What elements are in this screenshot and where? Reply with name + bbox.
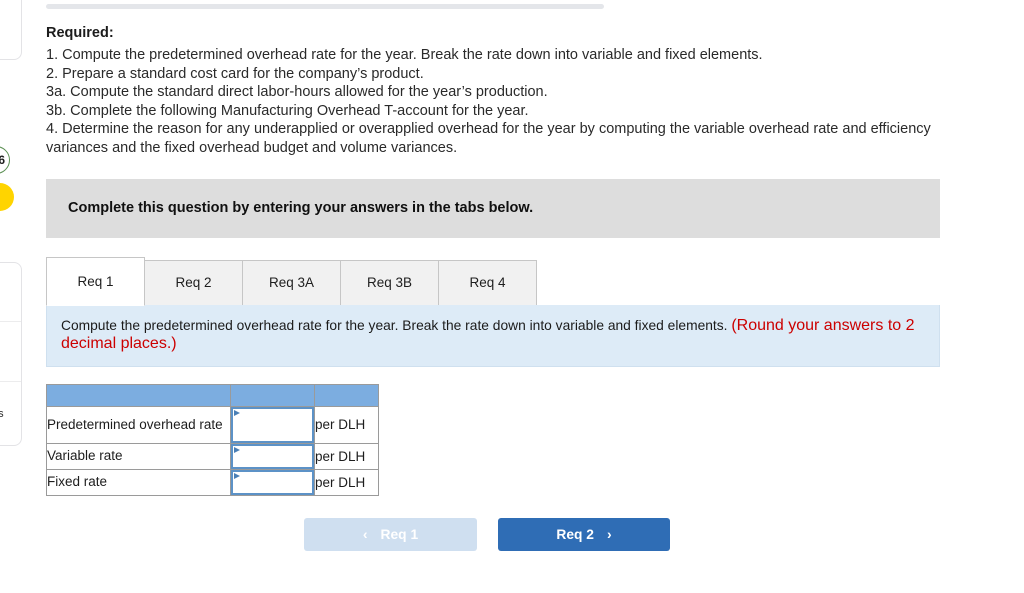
required-item-3a: 3a. Compute the standard direct labor-ho… [46,84,548,101]
row-unit-variable-rate: per DLH [314,442,379,470]
horizontal-scrollbar[interactable] [46,4,604,9]
complete-question-text: Complete this question by entering your … [68,200,534,217]
tab-req-3a[interactable]: Req 3A [242,259,341,306]
sidebar-divider-1 [0,321,21,322]
requirement-tabs: Req 1 Req 2 Req 3A Req 3B Req 4 [46,256,996,306]
table-row: Predetermined overhead rate per DLH [46,405,379,444]
requirement-banner-text: Compute the predetermined overhead rate … [61,317,732,333]
main-content: Required: 1. Compute the predetermined o… [46,24,996,551]
cell-variable-rate [230,442,315,470]
row-label-predetermined-overhead-rate: Predetermined overhead rate [46,405,231,444]
next-requirement-button[interactable]: Req 2 › [498,517,670,551]
required-section: Required: 1. Compute the predetermined o… [46,24,996,158]
table-row: Variable rate per DLH [46,442,379,470]
chevron-left-icon: ‹ [362,526,368,543]
required-item-3b: 3b. Complete the following Manufacturing… [46,102,529,119]
cell-fixed-rate [230,468,315,496]
table-header-value [230,383,315,407]
previous-requirement-label: Req 1 [380,526,419,542]
previous-requirement-button[interactable]: ‹ Req 1 [304,517,477,551]
required-item-4: 4. Determine the reason for any underapp… [46,121,931,156]
page-root: 06 es Required: 1. Compute the predeterm… [0,0,1024,593]
requirement-banner: Compute the predetermined overhead rate … [46,304,940,367]
timer-indicator-icon [0,183,14,211]
chevron-right-icon: › [606,526,612,543]
score-badge: 06 [0,146,10,174]
input-variable-rate[interactable] [231,443,314,469]
row-unit-predetermined-overhead-rate: per DLH [314,405,379,444]
sidebar-bottom-label: es [0,408,4,420]
row-label-variable-rate: Variable rate [46,442,231,470]
required-heading: Required: [46,25,114,41]
sidebar-divider-2 [0,381,21,382]
table-header-label [46,383,231,407]
cell-predetermined-overhead-rate [230,405,315,444]
row-label-fixed-rate: Fixed rate [46,468,231,496]
input-fixed-rate[interactable] [231,469,314,495]
tab-req-2[interactable]: Req 2 [144,259,243,306]
table-row: Fixed rate per DLH [46,468,379,496]
answer-table: Predetermined overhead rate per DLH Vari… [46,383,379,496]
input-predetermined-overhead-rate[interactable] [231,406,314,443]
complete-question-bar: Complete this question by entering your … [46,178,940,238]
table-header-row [46,383,379,407]
tab-req-1[interactable]: Req 1 [46,256,145,306]
next-requirement-label: Req 2 [556,526,594,542]
row-unit-fixed-rate: per DLH [314,468,379,496]
navigation-buttons: ‹ Req 1 Req 2 › [304,517,996,551]
tab-req-4[interactable]: Req 4 [438,259,537,306]
tab-req-3b[interactable]: Req 3B [340,259,439,306]
sidebar-card-top [0,0,22,60]
required-item-1: 1. Compute the predetermined overhead ra… [46,47,763,63]
table-header-unit [314,383,379,407]
required-item-2: 2. Prepare a standard cost card for the … [46,65,424,82]
